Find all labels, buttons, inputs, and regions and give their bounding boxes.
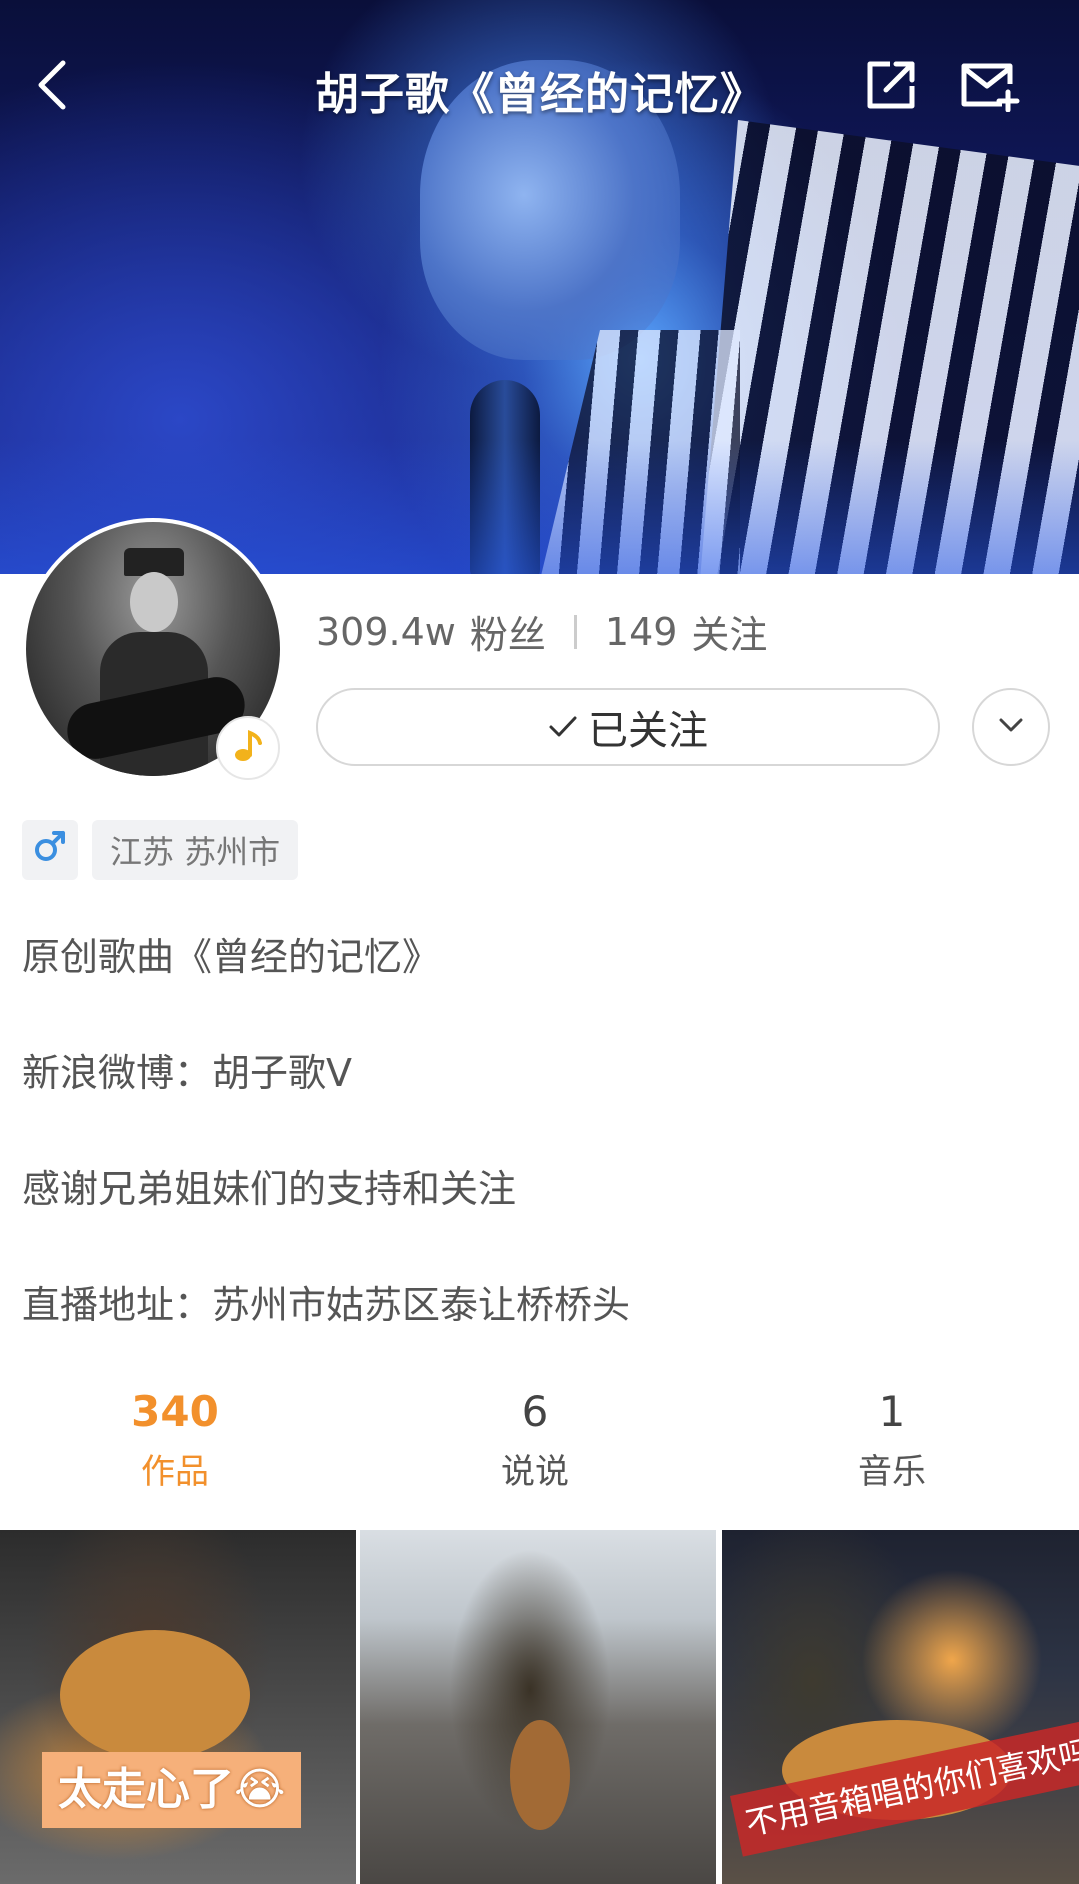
video-thumbnail[interactable]: 太走心了😭 — [0, 1530, 356, 1884]
profile-tags: 江苏 苏州市 — [22, 820, 312, 880]
works-grid: 太走心了😭 不用音箱唱的你们喜欢吗 — [0, 1530, 1079, 1884]
bio-line: 直播地址：苏州市姑苏区泰让桥桥头 — [22, 1283, 631, 1327]
bio-line: 感谢兄弟姐妹们的支持和关注 — [22, 1167, 517, 1211]
check-icon — [548, 714, 578, 740]
thumbnail-caption: 太走心了😭 — [42, 1752, 302, 1828]
posts-label: 说说 — [501, 1452, 569, 1492]
share-icon — [862, 56, 920, 118]
top-nav-bar: 胡子歌《曾经的记忆》 — [0, 38, 1079, 138]
posts-count: 6 — [521, 1387, 549, 1436]
fans-count[interactable]: 309.4w — [316, 610, 456, 654]
chevron-down-icon — [998, 717, 1024, 737]
works-count: 340 — [131, 1387, 219, 1436]
bio-line: 原创歌曲《曾经的记忆》 — [22, 935, 441, 979]
video-thumbnail[interactable]: 不用音箱唱的你们喜欢吗 — [722, 1530, 1079, 1884]
location-tag: 江苏 苏州市 — [92, 820, 299, 880]
followed-button-label: 已关注 — [588, 708, 708, 754]
message-add-icon — [958, 58, 1020, 116]
tab-posts[interactable]: 6 说说 — [415, 1384, 655, 1493]
stats-divider — [573, 614, 577, 649]
page-title: 胡子歌《曾经的记忆》 — [315, 69, 765, 120]
male-icon — [33, 829, 67, 871]
content-tabs: 340 作品 6 说说 1 音乐 — [0, 1384, 1079, 1514]
gender-tag — [22, 820, 78, 880]
message-button[interactable] — [954, 52, 1024, 122]
followed-button[interactable]: 已关注 — [316, 688, 940, 766]
back-button[interactable] — [18, 52, 88, 122]
back-arrow-icon — [33, 57, 73, 117]
music-count: 1 — [878, 1387, 906, 1436]
share-button[interactable] — [856, 52, 926, 122]
follow-stats: 309.4w 粉丝 149 关注 — [316, 604, 767, 659]
bio-line: 新浪微博：胡子歌V — [22, 1051, 352, 1095]
music-badge — [216, 716, 280, 780]
more-options-button[interactable] — [972, 688, 1050, 766]
video-thumbnail[interactable] — [360, 1530, 716, 1884]
tab-works[interactable]: 340 作品 — [55, 1384, 295, 1493]
works-label: 作品 — [141, 1452, 209, 1492]
music-note-icon — [233, 729, 263, 767]
tab-music[interactable]: 1 音乐 — [772, 1384, 1012, 1493]
music-label: 音乐 — [858, 1452, 926, 1492]
following-count[interactable]: 149 — [605, 610, 678, 654]
following-label[interactable]: 关注 — [691, 604, 767, 659]
fans-label[interactable]: 粉丝 — [470, 604, 546, 659]
